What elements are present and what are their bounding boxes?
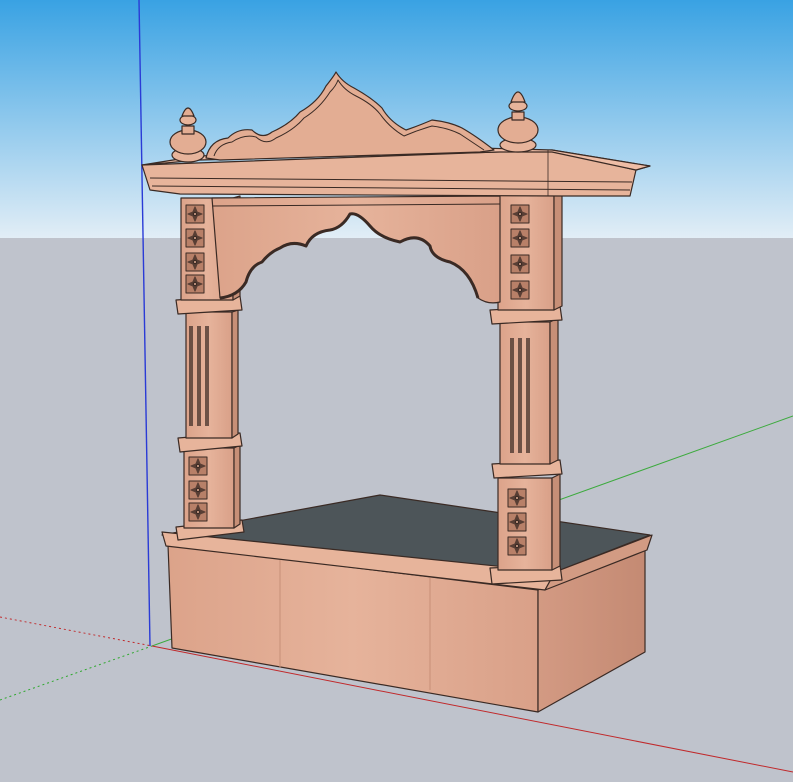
rosette-carving xyxy=(510,228,530,248)
rosette-carving xyxy=(185,228,205,248)
rosette-carving xyxy=(510,254,530,274)
rosette-carving xyxy=(507,512,527,532)
rosette-carving xyxy=(185,252,205,272)
scene-canvas[interactable] xyxy=(0,0,793,782)
rosette-carving xyxy=(507,536,527,556)
rosette-carving xyxy=(185,204,205,224)
rosette-carving xyxy=(510,280,530,300)
rosette-carving xyxy=(185,274,205,294)
rosette-carving xyxy=(188,456,208,476)
rosette-carving xyxy=(188,502,208,522)
rosette-carving xyxy=(188,480,208,500)
rosette-carving xyxy=(510,204,530,224)
rosette-carving xyxy=(507,488,527,508)
3d-viewport[interactable] xyxy=(0,0,793,782)
